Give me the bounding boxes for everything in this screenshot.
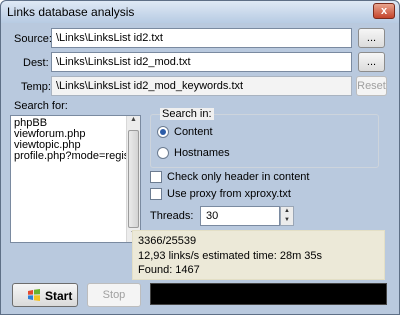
source-browse-button[interactable]: ... xyxy=(358,28,385,48)
progress-bar xyxy=(150,283,387,305)
check-header-checkbox[interactable] xyxy=(150,171,162,183)
close-button[interactable]: x xyxy=(373,3,395,19)
use-proxy-label[interactable]: Use proxy from xproxy.txt xyxy=(167,188,291,200)
progress-count: 3366/25539 xyxy=(138,235,197,247)
hostnames-radio[interactable] xyxy=(157,147,169,159)
close-icon: x xyxy=(380,5,388,17)
search-in-label: Search in: xyxy=(160,108,214,120)
search-terms-items: phpBB viewforum.php viewtopic.php profil… xyxy=(12,118,127,162)
hostnames-radio-label[interactable]: Hostnames xyxy=(174,147,230,159)
temp-field[interactable]: \Links\LinksList id2_mod_keywords.txt xyxy=(51,76,352,96)
windows-logo-icon xyxy=(28,289,40,301)
content-radio-label[interactable]: Content xyxy=(174,126,213,138)
dest-browse-button[interactable]: ... xyxy=(358,52,385,72)
content-radio[interactable] xyxy=(157,126,169,138)
start-button[interactable]: Start xyxy=(12,283,78,307)
status-panel: 3366/25539 12,93 links/s estimated time:… xyxy=(132,230,385,280)
window-title: Links database analysis xyxy=(7,5,135,19)
threads-input[interactable]: 30 xyxy=(200,206,280,226)
search-in-group xyxy=(150,114,379,168)
rate-and-eta: 12,93 links/s estimated time: 28m 35s xyxy=(138,250,323,262)
stop-button[interactable]: Stop xyxy=(87,283,141,307)
scroll-up-icon[interactable]: ▲ xyxy=(128,116,139,128)
spin-down-icon[interactable]: ▼ xyxy=(281,216,293,225)
source-label: Source: xyxy=(14,33,52,45)
scroll-thumb[interactable] xyxy=(128,130,139,228)
temp-label: Temp: xyxy=(21,81,51,93)
found-count: Found: 1467 xyxy=(138,264,200,276)
spin-up-icon[interactable]: ▲ xyxy=(281,207,293,216)
source-field[interactable]: \Links\LinksList id2.txt xyxy=(51,28,352,48)
search-for-label: Search for: xyxy=(14,100,68,112)
dest-field[interactable]: \Links\LinksList id2_mod.txt xyxy=(51,52,352,72)
search-terms-list[interactable]: phpBB viewforum.php viewtopic.php profil… xyxy=(10,115,141,243)
reset-button[interactable]: Reset xyxy=(356,76,387,96)
list-item[interactable]: profile.php?mode=register xyxy=(12,151,127,162)
use-proxy-checkbox[interactable] xyxy=(150,188,162,200)
threads-spinner[interactable]: ▲ ▼ xyxy=(280,206,294,226)
start-button-label: Start xyxy=(45,289,73,303)
title-bar[interactable]: Links database analysis x xyxy=(1,1,399,23)
dest-label: Dest: xyxy=(23,57,49,69)
check-header-label[interactable]: Check only header in content xyxy=(167,171,309,183)
threads-label: Threads: xyxy=(150,210,194,222)
list-scrollbar[interactable]: ▲ ▼ xyxy=(126,116,140,242)
